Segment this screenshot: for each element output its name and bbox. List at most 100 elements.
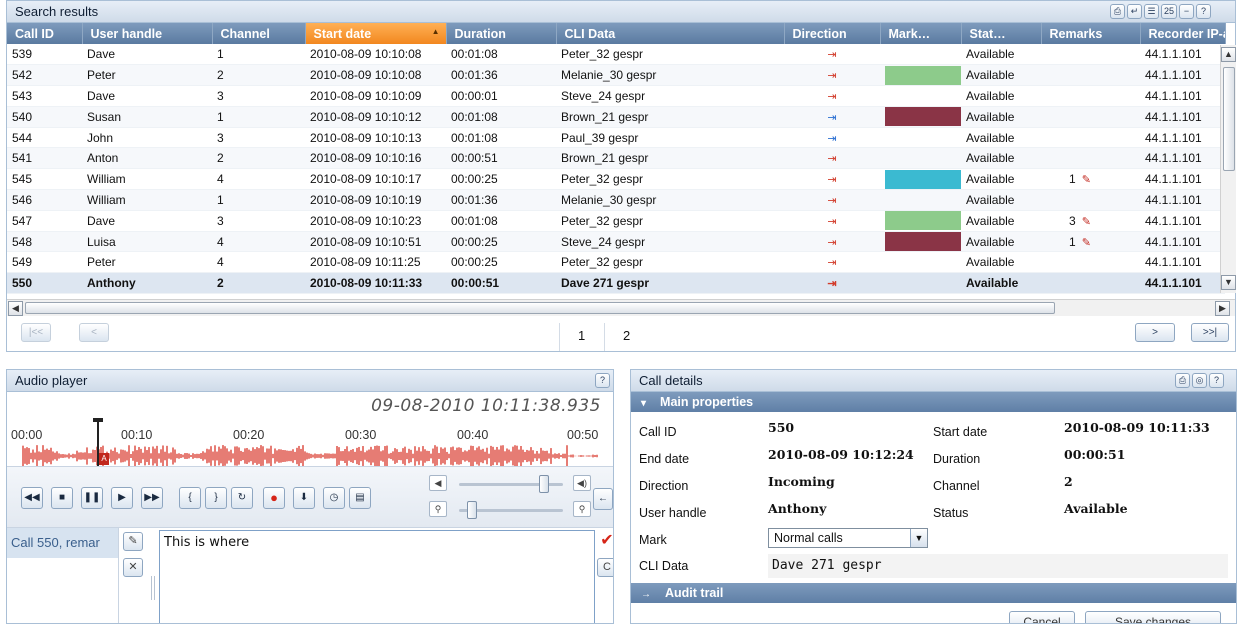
refresh-icon[interactable]: ◎ [1192,373,1207,388]
table-row[interactable]: 542 Peter 2 2010-08-09 10:10:08 00:01:36 Mela… [7,64,1225,87]
clear-remark-button[interactable]: C [597,558,613,577]
loop-icon[interactable]: ↻ [231,487,253,509]
cell-mark [880,168,961,191]
col-header-call-id[interactable]: Call ID [7,23,83,44]
cell-direction: ⇥ [784,231,880,253]
table-row[interactable]: 548 Luisa 4 2010-08-09 10:10:51 00:00:25 Stev… [7,231,1225,253]
fast-forward-icon[interactable]: ▶▶ [141,487,163,509]
chevron-down-icon[interactable]: ▼ [910,529,927,547]
export-icon[interactable]: ↵ [1127,4,1142,19]
delete-remark-icon[interactable]: ✕ [123,558,143,577]
cell-status: Available [961,231,1041,253]
volume-slider-thumb[interactable] [539,475,549,493]
mark-color-swatch [885,65,961,85]
horizontal-scroll-thumb[interactable] [25,302,1055,314]
minimize-icon[interactable]: − [1179,4,1195,19]
prev-page-button[interactable]: < [79,323,109,342]
col-header-remarks[interactable]: Remarks [1041,23,1141,44]
page-2-link[interactable]: 2 [605,323,651,351]
search-results-panel: Search results ⎙ ↵ ☰ 25 − ? Call ID User… [6,0,1236,352]
next-page-button[interactable]: > [1135,323,1175,342]
cell-mark [880,189,961,211]
screen-icon[interactable]: ▤ [349,487,371,509]
confirm-remark-icon[interactable]: ✔ [597,532,613,551]
remark-marker[interactable]: A [99,453,109,465]
table-row[interactable]: 550 Anthony 2 2010-08-09 10:11:33 00:00:51 Da… [7,272,1225,295]
resize-handle[interactable] [151,576,155,600]
audit-trail-label: Audit trail [665,586,724,600]
clock-icon[interactable]: ◷ [323,487,345,509]
col-header-channel[interactable]: Channel [212,23,306,44]
remark-list-item[interactable]: Call 550, remar [7,528,118,558]
cell-duration: 00:00:51 [446,147,556,170]
page-size-select[interactable]: 25 [1161,4,1178,19]
mark-select[interactable]: Normal calls ▼ [768,528,928,548]
loop-end-icon[interactable]: } [205,487,227,509]
edit-remark-icon[interactable]: ✎ [123,532,143,551]
loop-start-icon[interactable]: { [179,487,201,509]
col-header-direction[interactable]: Direction [784,23,881,44]
cell-channel: 2 [212,272,305,295]
columns-icon[interactable]: ☰ [1144,4,1159,19]
col-header-user-handle[interactable]: User handle [82,23,213,44]
scroll-down-icon[interactable]: ▼ [1221,275,1236,290]
pencil-icon[interactable]: ✎ [1082,174,1091,186]
col-header-recorder-ip[interactable]: Recorder IP-a [1140,23,1226,44]
rewind-icon[interactable]: ◀◀ [21,487,43,509]
waveform-timeline[interactable]: 00:00 00:10 00:20 00:30 00:40 00:50 A [7,418,613,466]
cell-start-date: 2010-08-09 10:10:19 [305,189,446,211]
scroll-up-icon[interactable]: ▲ [1221,47,1236,62]
audit-trail-section[interactable]: → Audit trail [631,583,1236,603]
cell-channel: 1 [212,106,305,128]
cell-user-handle: Dave [82,85,212,107]
cell-duration: 00:01:08 [446,44,556,66]
help-icon[interactable]: ? [1196,4,1212,19]
speed-slider-thumb[interactable] [467,501,477,519]
scroll-left-icon[interactable]: ◀ [8,301,23,316]
play-icon[interactable]: ▶ [111,487,133,509]
save-changes-button[interactable]: Save changes [1085,611,1221,623]
col-header-start-date[interactable]: Start date ▲ [305,23,447,44]
col-header-cli-data[interactable]: CLI Data [556,23,785,44]
download-icon[interactable]: ⬇ [293,487,315,509]
table-row[interactable]: 539 Dave 1 2010-08-09 10:10:08 00:01:08 Peter… [7,44,1225,66]
label-duration: Duration [933,452,981,466]
col-header-status[interactable]: Stat… [961,23,1042,44]
print-icon[interactable]: ⎙ [1110,4,1125,19]
table-row[interactable]: 547 Dave 3 2010-08-09 10:10:23 00:01:08 Peter… [7,210,1225,232]
cell-remarks [1041,85,1140,107]
table-row[interactable]: 549 Peter 4 2010-08-09 10:11:25 00:00:25 Pete… [7,251,1225,274]
stop-icon[interactable]: ■ [51,487,73,509]
last-page-button[interactable]: >>| [1191,323,1229,342]
table-row[interactable]: 544 John 3 2010-08-09 10:10:13 00:01:08 Paul_… [7,127,1225,149]
pause-icon[interactable]: ❚❚ [81,487,103,509]
first-page-button[interactable]: |<< [21,323,51,342]
table-row[interactable]: 543 Dave 3 2010-08-09 10:10:09 00:00:01 Steve… [7,85,1225,107]
back-arrow-icon[interactable]: ← [593,488,613,510]
horizontal-scrollbar[interactable]: ◀ ▶ [7,299,1235,316]
main-properties-section[interactable]: ▾ Main properties [631,392,1236,412]
help-icon[interactable]: ? [1209,373,1224,388]
table-row[interactable]: 541 Anton 2 2010-08-09 10:10:16 00:00:51 Brow… [7,147,1225,170]
cancel-button[interactable]: Cancel [1009,611,1075,623]
cell-status: Available [961,251,1041,274]
page-1-link[interactable]: 1 [559,323,605,351]
print-icon[interactable]: ⎙ [1175,373,1190,388]
table-row[interactable]: 546 William 1 2010-08-09 10:10:19 00:01:36 Me… [7,189,1225,211]
help-icon[interactable]: ? [595,373,610,388]
vertical-scrollbar[interactable]: ▲ ▼ [1220,45,1236,293]
vertical-scroll-thumb[interactable] [1223,67,1235,171]
col-header-mark[interactable]: Mark… [880,23,962,44]
record-icon[interactable]: ● [263,487,285,509]
remark-textarea[interactable]: This is where [159,530,595,623]
cell-cli-data: Dave 271 gespr [556,272,784,295]
cell-recorder-ip: 44.1.1.101 [1140,168,1225,191]
table-row[interactable]: 545 William 4 2010-08-09 10:10:17 00:00:25 Pe… [7,168,1225,191]
pencil-icon[interactable]: ✎ [1082,237,1091,249]
scroll-right-icon[interactable]: ▶ [1215,301,1230,316]
remark-count: 3 [1069,213,1076,228]
table-row[interactable]: 540 Susan 1 2010-08-09 10:10:12 00:01:08 Brow… [7,106,1225,128]
col-header-duration[interactable]: Duration [446,23,557,44]
pencil-icon[interactable]: ✎ [1082,216,1091,228]
cell-recorder-ip: 44.1.1.101 [1140,251,1225,274]
